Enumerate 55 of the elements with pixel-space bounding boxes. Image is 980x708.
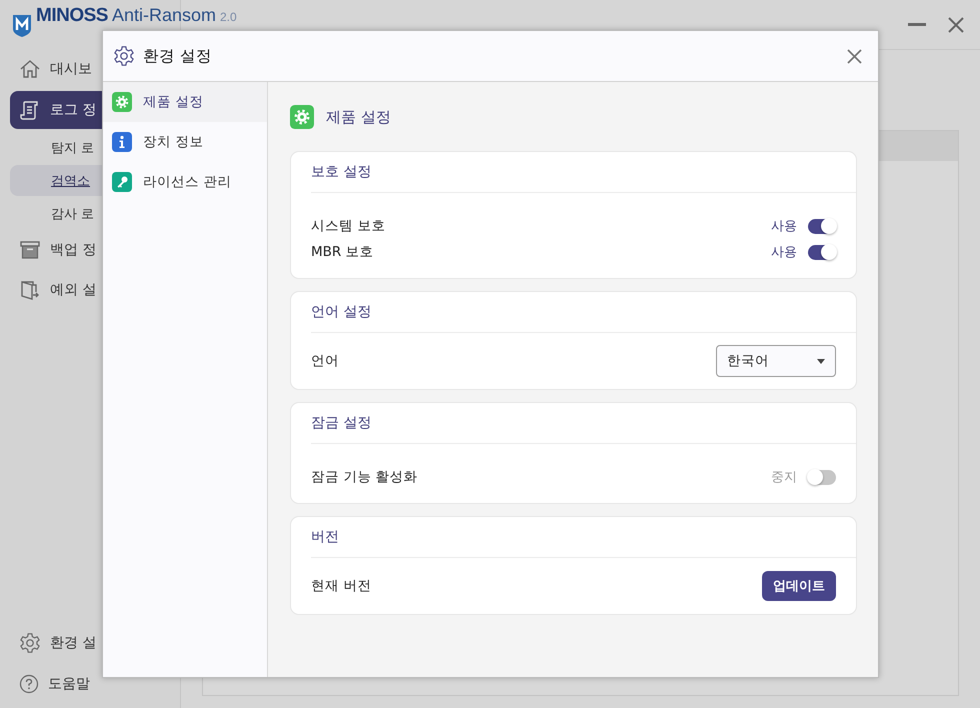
nav-item[interactable]: 라이선스 관리 (103, 162, 267, 202)
nav-item[interactable]: 제품 설정 (103, 82, 267, 122)
setting-label: 현재 버전 (311, 577, 372, 595)
setting-label: 언어 (311, 352, 339, 370)
folder-arrow-icon (19, 279, 41, 301)
toggle-state-label: 사용 (771, 244, 797, 261)
toggle-switch[interactable] (808, 244, 836, 260)
info-icon (112, 132, 132, 152)
dialog-title: 환경 설정 (143, 46, 213, 66)
sidebar-item-label: 도움말 (48, 674, 90, 692)
section-title: 보호 설정 (311, 152, 856, 193)
section-title: 잠금 설정 (311, 403, 856, 444)
logo-icon (12, 14, 32, 38)
help-icon (19, 674, 39, 694)
settings-icon (112, 92, 132, 112)
sidebar-item-label: 환경 설 (50, 634, 96, 652)
sidebar-item[interactable]: 로그 정 (10, 91, 102, 129)
product-name: Anti-Ransom (112, 5, 216, 26)
close-icon[interactable] (847, 48, 862, 64)
sidebar-item-label: 대시보 (50, 60, 92, 78)
sidebar-subitem[interactable]: 검역소 (10, 165, 102, 196)
section-title: 버전 (311, 517, 856, 558)
archive-box-icon (19, 239, 41, 261)
brand-name: MINOSS (36, 5, 108, 27)
sidebar-subitem[interactable]: 감사 로 (10, 198, 102, 229)
toggle-state-label: 중지 (771, 469, 797, 486)
setting-label: 시스템 보호 (311, 217, 386, 235)
nav-item[interactable]: 장치 정보 (103, 122, 267, 162)
sidebar-item[interactable]: 대시보 (10, 49, 102, 89)
settings-icon (290, 105, 314, 129)
version-label: 2.0 (220, 10, 237, 24)
update-button[interactable]: 업데이트 (762, 571, 836, 601)
sidebar-item[interactable]: 환경 설 (10, 622, 102, 663)
sidebar-item-label: 로그 정 (50, 101, 96, 119)
sidebar-item[interactable]: 백업 정 (10, 230, 102, 270)
sidebar-item-label: 백업 정 (50, 241, 96, 259)
setting-label: MBR 보호 (311, 243, 374, 261)
section-title: 언어 설정 (311, 292, 856, 333)
sidebar-item-label: 예외 설 (50, 281, 96, 299)
toggle-switch[interactable] (808, 470, 836, 484)
caret-icon (817, 358, 825, 364)
settings-icon (19, 632, 41, 654)
key-icon (112, 172, 132, 192)
sidebar-item[interactable]: 도움말 (10, 663, 102, 704)
sidebar-subitem[interactable]: 탐지 로 (10, 132, 102, 163)
close-icon[interactable] (948, 16, 964, 32)
page-title: 제품 설정 (326, 108, 391, 126)
settings-icon (113, 45, 135, 67)
sidebar-item[interactable]: 예외 설 (10, 270, 102, 310)
language-dropdown[interactable]: 한국어 (716, 345, 836, 377)
toggle-state-label: 사용 (771, 218, 797, 235)
minimize-icon[interactable] (908, 22, 926, 26)
toggle-switch[interactable] (808, 218, 836, 234)
home-icon (19, 58, 41, 80)
setting-label: 잠금 기능 활성화 (311, 468, 418, 486)
